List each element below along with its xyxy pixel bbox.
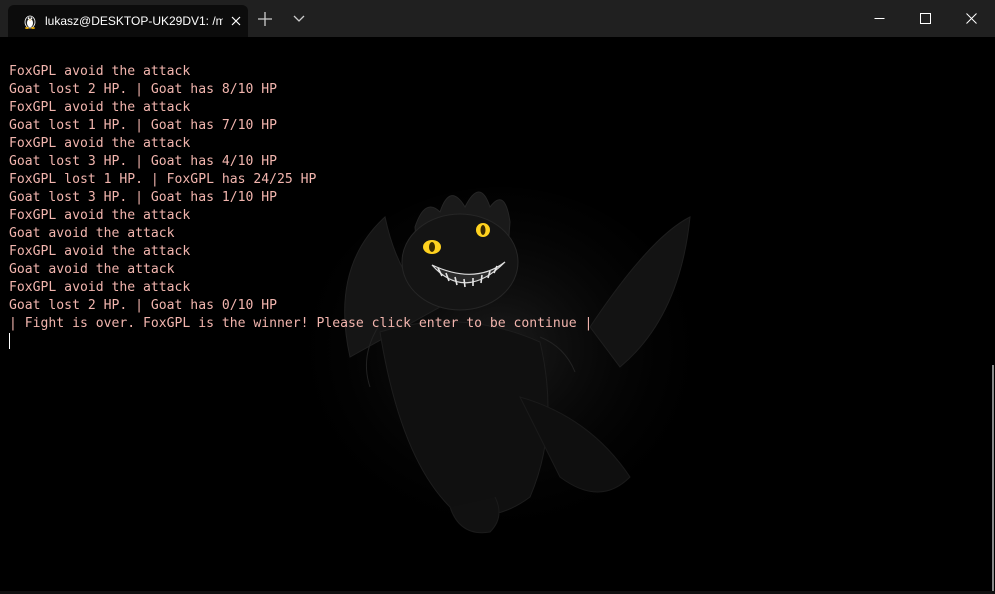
tab-terminal[interactable]: lukasz@DESKTOP-UK29DV1: /m xyxy=(8,5,248,37)
terminal-line: Goat avoid the attack xyxy=(9,226,175,241)
chevron-down-icon xyxy=(286,15,312,36)
tab-close-icon[interactable] xyxy=(228,13,244,29)
terminal-line: | Fight is over. FoxGPL is the winner! P… xyxy=(9,316,593,331)
terminal-line: Goat lost 3 HP. | Goat has 1/10 HP xyxy=(9,190,278,205)
terminal-lines: FoxGPL avoid the attack Goat lost 2 HP. … xyxy=(9,63,592,333)
terminal-line: FoxGPL avoid the attack xyxy=(9,100,191,115)
terminal-line: FoxGPL avoid the attack xyxy=(9,244,191,259)
title-bar[interactable]: lukasz@DESKTOP-UK29DV1: /m xyxy=(0,0,995,37)
close-button[interactable] xyxy=(948,0,994,37)
terminal-line: FoxGPL lost 1 HP. | FoxGPL has 24/25 HP xyxy=(9,172,317,187)
linux-penguin-icon xyxy=(22,13,38,29)
terminal-line: Goat avoid the attack xyxy=(9,262,175,277)
terminal-output-area[interactable]: FoxGPL avoid the attack Goat lost 2 HP. … xyxy=(0,37,995,594)
terminal-line: FoxGPL avoid the attack xyxy=(9,208,191,223)
minimize-button[interactable] xyxy=(856,0,902,37)
tab-title: lukasz@DESKTOP-UK29DV1: /m xyxy=(45,14,223,28)
terminal-line: FoxGPL avoid the attack xyxy=(9,280,191,295)
terminal-line: Goat lost 3 HP. | Goat has 4/10 HP xyxy=(9,154,278,169)
terminal-line: Goat lost 2 HP. | Goat has 8/10 HP xyxy=(9,82,278,97)
terminal-line: FoxGPL avoid the attack xyxy=(9,64,191,79)
terminal-line: Goat lost 1 HP. | Goat has 7/10 HP xyxy=(9,118,278,133)
tab-dropdown-button[interactable] xyxy=(286,6,312,32)
maximize-button[interactable] xyxy=(902,0,948,37)
terminal-line: FoxGPL avoid the attack xyxy=(9,136,191,151)
plus-icon xyxy=(252,12,278,36)
terminal-line: Goat lost 2 HP. | Goat has 0/10 HP xyxy=(9,298,278,313)
terminal-window: lukasz@DESKTOP-UK29DV1: /m FoxGPL avoid … xyxy=(0,0,995,594)
scrollbar-thumb[interactable] xyxy=(992,365,994,593)
new-tab-button[interactable] xyxy=(252,6,278,32)
text-cursor xyxy=(9,333,10,349)
